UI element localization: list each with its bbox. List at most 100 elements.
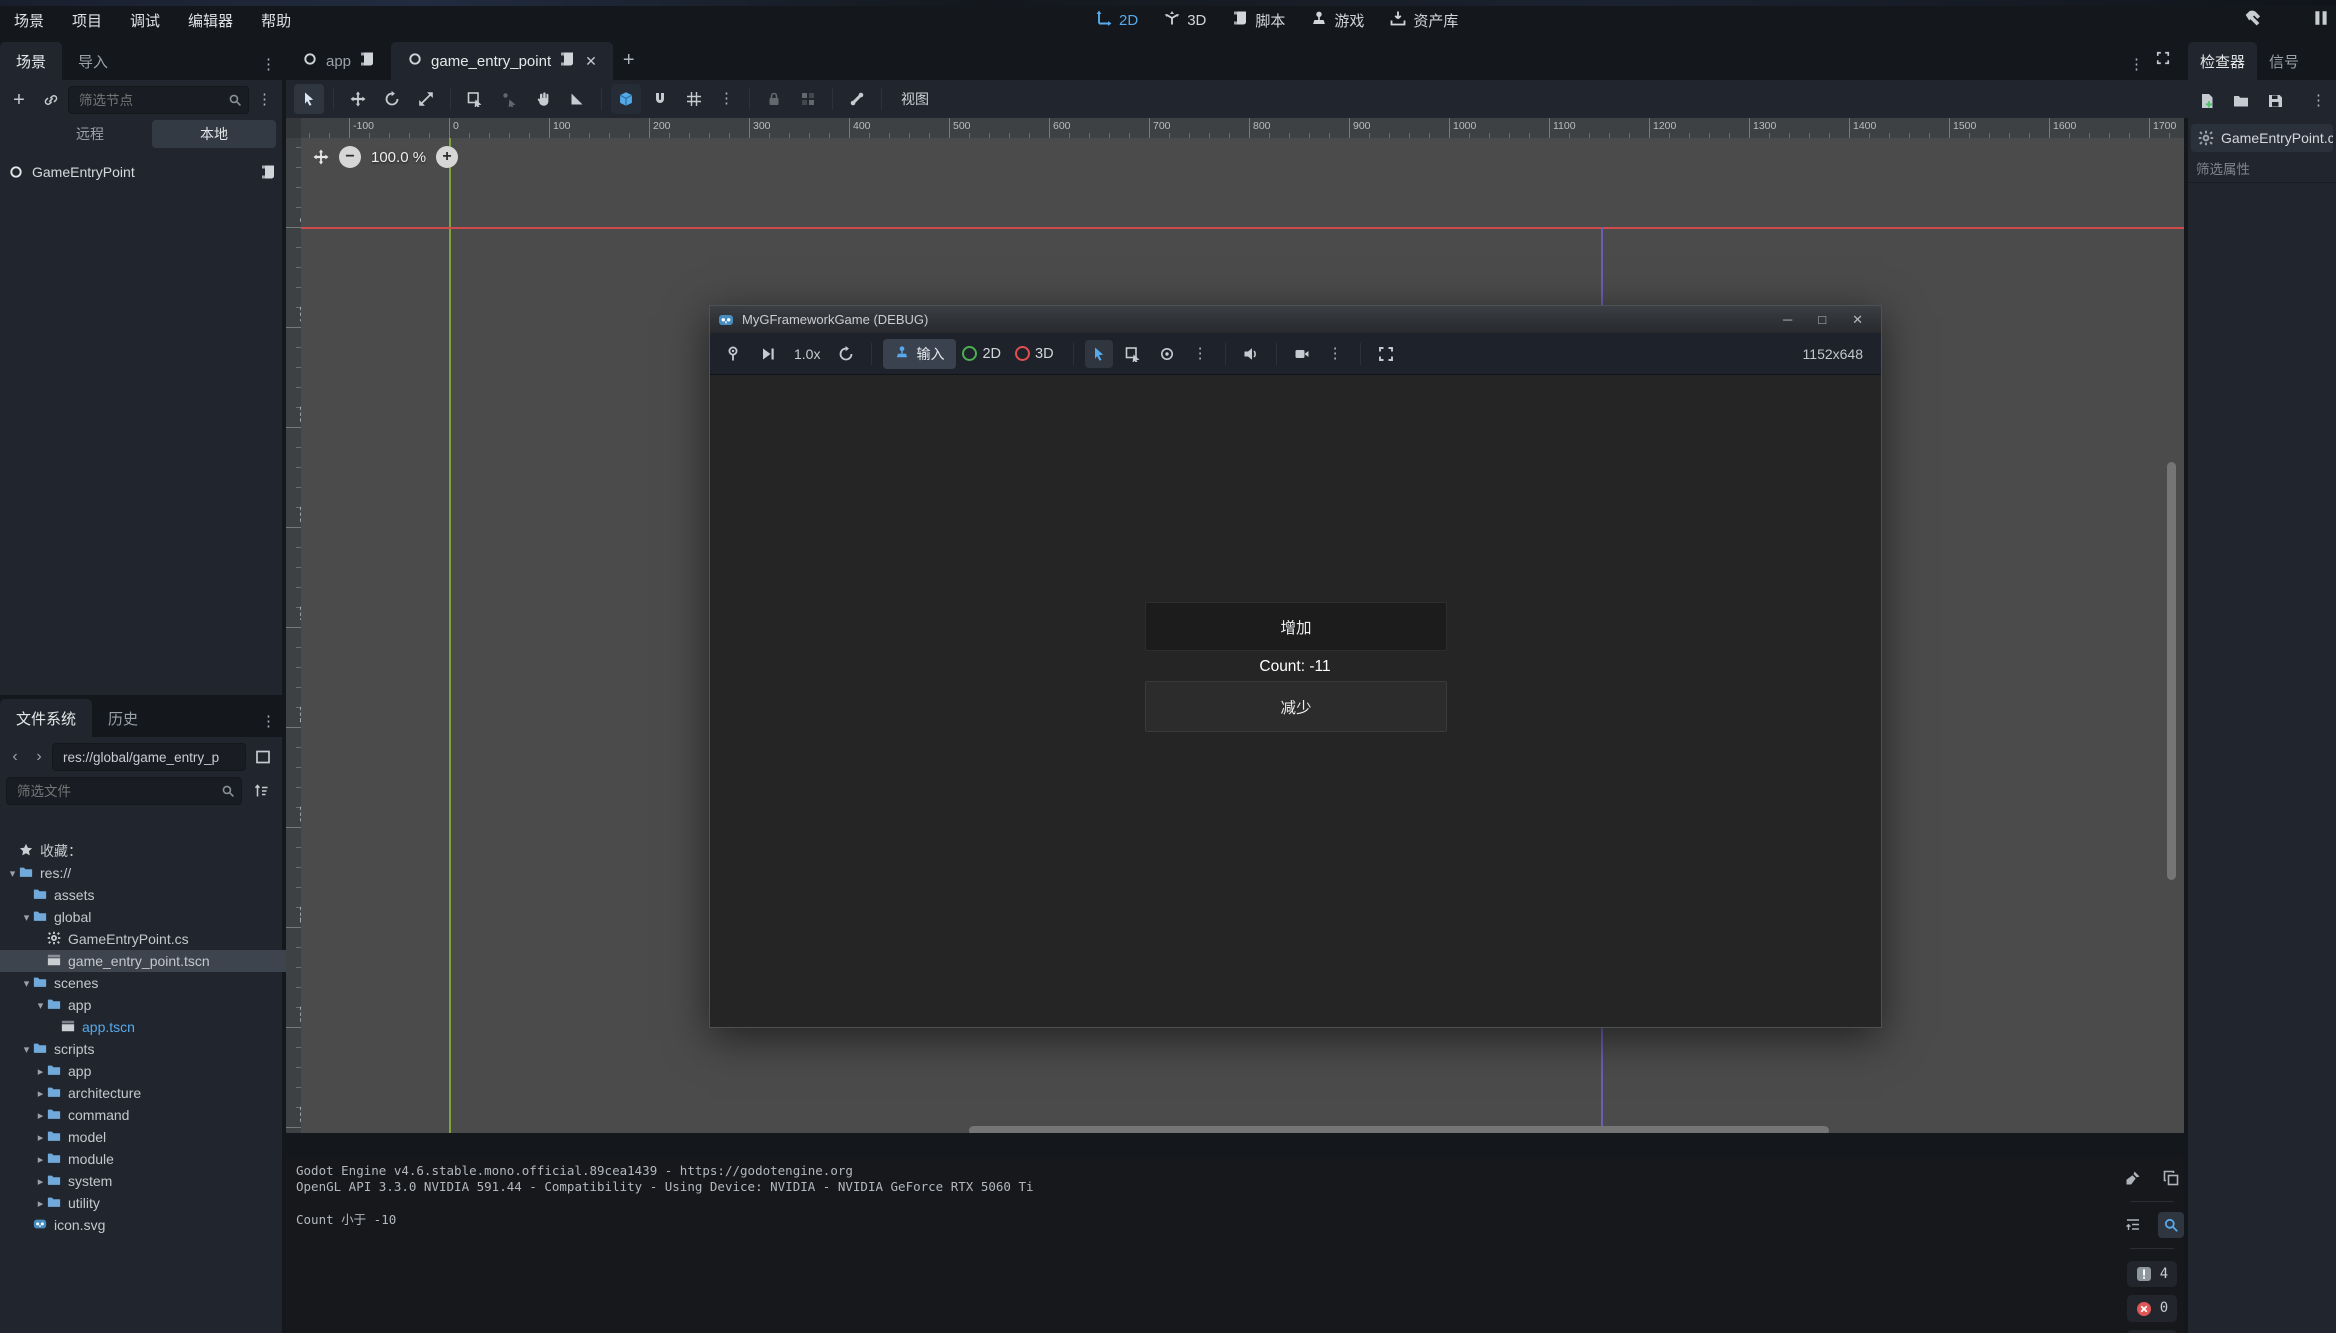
menu-item-3[interactable]: 编辑器 [174,0,247,40]
split-view-icon[interactable] [248,742,278,772]
chevron-down-icon[interactable]: ▾ [34,999,47,1012]
distraction-free-icon[interactable] [2156,51,2170,70]
file-tree-item-scenes[interactable]: ▾ scenes [0,972,302,994]
path-field[interactable] [61,749,237,766]
filter-files-input[interactable] [6,777,242,805]
nav-back-button[interactable]: ‹ [4,742,26,772]
script-icon[interactable] [359,51,375,71]
select-game-button[interactable] [1085,340,1113,368]
snap-cube-tool-button[interactable] [611,84,641,114]
menu-item-1[interactable]: 项目 [58,0,116,40]
tab-import-dock[interactable]: 导入 [62,42,124,80]
pivot-tool-button[interactable] [494,84,524,114]
new-resource-icon[interactable] [2192,86,2222,116]
switch-mode-3d[interactable]: 3D [1164,10,1206,30]
minimize-icon[interactable]: ─ [1783,312,1792,328]
error-count-badge[interactable]: 0 [2127,1295,2177,1321]
input-mode-button[interactable]: 输入 [883,339,956,369]
zoom-percent[interactable]: 100.0 % [371,149,426,166]
switch-script[interactable]: 脚本 [1232,10,1285,31]
list-select-game-button[interactable] [1119,340,1147,368]
chevron-right-icon[interactable]: ▸ [34,1197,47,1210]
local-button[interactable]: 本地 [152,120,276,148]
menu-dots-icon[interactable]: ⋮ [1322,349,1349,359]
game-window-titlebar[interactable]: MyGFrameworkGame (DEBUG) ─ □ ✕ [710,306,1881,333]
scene-tree-root-row[interactable]: GameEntryPoint [8,160,276,184]
filter-nodes-field[interactable] [77,92,240,109]
close-icon[interactable]: ✕ [1852,312,1863,328]
filter-properties-input[interactable]: 筛选属性 [2188,154,2336,183]
file-tree-item-utility[interactable]: ▸ utility [0,1192,316,1214]
inspector-menu-dots-icon[interactable]: ⋮ [2305,96,2332,106]
file-tree-item-scripts[interactable]: ▾ scripts [0,1038,302,1060]
scene-tree-menu-dots-icon[interactable]: ⋮ [251,95,278,105]
ruler-tool-button[interactable] [562,84,592,114]
rotate-game-button[interactable] [832,340,860,368]
vertical-scrollbar[interactable] [2167,462,2176,880]
chevron-right-icon[interactable]: ▸ [34,1131,47,1144]
chevron-down-icon[interactable]: ▾ [20,1043,33,1056]
path-bar[interactable] [52,743,246,771]
speaker-game-button[interactable] [1237,340,1265,368]
menu-dots-icon[interactable]: ⋮ [713,94,740,104]
zoom-in-button[interactable]: + [436,146,458,168]
increase-button[interactable]: 增加 [1145,602,1447,651]
next-frame-game-button[interactable] [754,340,782,368]
file-tree-item-res[interactable]: ▾ res:// [0,862,288,884]
scene-tab-game_entry_point[interactable]: game_entry_point ✕ [391,42,613,80]
switch-mode-2d[interactable]: 2D [1096,10,1138,30]
expand-game-button[interactable] [1372,340,1400,368]
file-tree-item-system[interactable]: ▸ system [0,1170,316,1192]
speed-label[interactable]: 1.0x [788,346,826,362]
chevron-right-icon[interactable]: ▸ [34,1153,47,1166]
file-tree-item-command[interactable]: ▸ command [0,1104,316,1126]
add-node-button[interactable]: + [4,85,34,115]
script-icon[interactable] [559,51,575,71]
dock-menu-dots-icon[interactable]: ⋮ [255,60,282,70]
filter-nodes-input[interactable] [68,86,249,114]
move-tool-button[interactable] [343,84,373,114]
tab-filesystem[interactable]: 文件系统 [0,699,92,737]
file-tree-item-global[interactable]: ▾ global [0,906,302,928]
file-tree-item-app.tscn[interactable]: app.tscn [0,1016,330,1038]
clear-output-icon[interactable] [2120,1165,2146,1191]
menu-item-0[interactable]: 场景 [0,0,58,40]
tab-scene-dock[interactable]: 场景 [0,42,62,80]
file-tree-item-GameEntryPoint.cs[interactable]: GameEntryPoint.cs [0,928,316,950]
file-tree-item-module[interactable]: ▸ module [0,1148,316,1170]
message-count-badge[interactable]: 4 [2127,1261,2177,1287]
maximize-icon[interactable]: □ [1818,312,1826,328]
file-tree-item-model[interactable]: ▸ model [0,1126,316,1148]
new-scene-tab-button[interactable]: + [613,49,645,72]
tab-history[interactable]: 历史 [92,699,154,737]
game-debug-window[interactable]: MyGFrameworkGame (DEBUG) ─ □ ✕ 1.0x 输入 2… [709,305,1882,1028]
chevron-down-icon[interactable]: ▾ [20,977,33,990]
grid-tool-button[interactable] [679,84,709,114]
switch-download[interactable]: 资产库 [1390,10,1458,31]
mode-2D-button[interactable]: 2D [962,346,1009,362]
nav-forward-button[interactable]: › [28,742,50,772]
switch-joystick[interactable]: 游戏 [1311,10,1364,31]
select-tool-button[interactable] [294,84,324,114]
filter-files-field[interactable] [15,783,233,800]
pause-icon[interactable] [2312,9,2330,32]
magnet-tool-button[interactable] [645,84,675,114]
filesystem-menu-dots-icon[interactable]: ⋮ [255,717,282,727]
menu-item-2[interactable]: 调试 [116,0,174,40]
tab-signals[interactable]: 信号 [2257,42,2311,80]
search-output-icon[interactable] [2158,1212,2184,1238]
target-game-button[interactable] [1153,340,1181,368]
bone-tool-button[interactable] [842,84,872,114]
center-view-icon[interactable] [313,149,329,165]
chevron-down-icon[interactable]: ▾ [6,867,19,880]
reload-icon[interactable] [2278,9,2296,32]
menu-item-4[interactable]: 帮助 [247,0,305,40]
collapse-list-icon[interactable] [2120,1212,2146,1238]
file-tree-item-architecture[interactable]: ▸ architecture [0,1082,316,1104]
pan-tool-button[interactable] [528,84,558,114]
file-tree-item-app[interactable]: ▾ app [0,994,316,1016]
scale-tool-button[interactable] [411,84,441,114]
chevron-right-icon[interactable]: ▸ [34,1175,47,1188]
file-tree-item-game_entry_point.tscn[interactable]: game_entry_point.tscn [0,950,316,972]
file-tree-item-app[interactable]: ▸ app [0,1060,316,1082]
